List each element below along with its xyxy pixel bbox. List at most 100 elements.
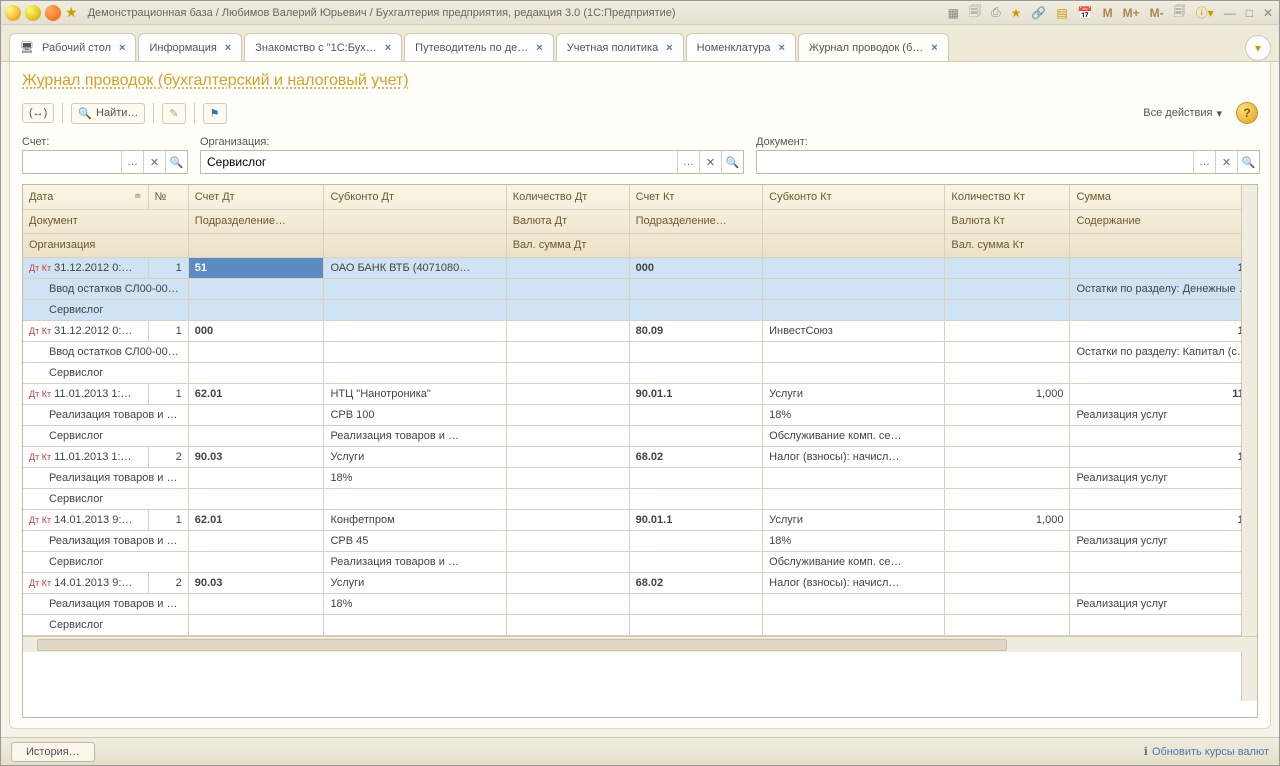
- account-filter: … ✕ 🔍: [22, 150, 188, 174]
- tab-info[interactable]: Информация ×: [138, 33, 242, 61]
- calendar-icon[interactable]: 📅: [1076, 6, 1095, 20]
- table-row[interactable]: Реализация товаров и …18%Реализация услу…: [23, 593, 1257, 614]
- col-sub-dt[interactable]: Субконто Дт: [324, 185, 506, 209]
- col-qty-kt[interactable]: Количество Кт: [945, 185, 1070, 209]
- table-row[interactable]: Сервислог: [23, 614, 1257, 635]
- table-row[interactable]: СервислогРеализация товаров и …Обслужива…: [23, 551, 1257, 572]
- scrollbar-vertical[interactable]: [1241, 185, 1257, 701]
- favorite-icon[interactable]: ★: [65, 4, 78, 21]
- statusbar: История… Обновить курсы валют: [1, 737, 1279, 765]
- col-valsum-kt[interactable]: Вал. сумма Кт: [945, 233, 1070, 257]
- favorite-icon[interactable]: ★: [1009, 6, 1024, 20]
- col-sum[interactable]: Сумма: [1070, 185, 1257, 209]
- close-icon[interactable]: ×: [536, 42, 542, 54]
- memory-m-button[interactable]: M: [1101, 6, 1115, 20]
- col-dept-dt[interactable]: Подразделение…: [188, 209, 324, 233]
- table-row[interactable]: Дт Кт14.01.2013 9:…290.03Услуги68.02Нало…: [23, 572, 1257, 593]
- col-qty-dt[interactable]: Количество Дт: [506, 185, 629, 209]
- tool-icon[interactable]: ⎙: [989, 5, 1003, 20]
- col-doc[interactable]: Документ: [23, 209, 188, 233]
- table-row[interactable]: Реализация товаров и …СРВ 10018%Реализац…: [23, 404, 1257, 425]
- select-button[interactable]: …: [121, 151, 143, 173]
- tool-icon[interactable]: 🗐: [1172, 2, 1188, 23]
- tab-label: Информация: [149, 42, 216, 54]
- clear-button[interactable]: ✕: [699, 151, 721, 173]
- history-button[interactable]: История…: [11, 742, 95, 762]
- col-cur-kt[interactable]: Валюта Кт: [945, 209, 1070, 233]
- tab-journal[interactable]: Журнал проводок (б… ×: [798, 33, 949, 61]
- col-valsum-dt[interactable]: Вал. сумма Дт: [506, 233, 629, 257]
- search-button[interactable]: 🔍: [721, 151, 743, 173]
- table-row[interactable]: Дт Кт14.01.2013 9:…162.01Конфетпром90.01…: [23, 509, 1257, 530]
- search-button[interactable]: 🔍: [1237, 151, 1259, 173]
- maximize-button[interactable]: □: [1244, 6, 1255, 20]
- col-content[interactable]: Содержание: [1070, 209, 1257, 233]
- col-kt[interactable]: Счет Кт: [629, 185, 763, 209]
- help-button[interactable]: ?: [1236, 102, 1258, 124]
- col-org[interactable]: Организация: [23, 233, 188, 257]
- tab-intro[interactable]: Знакомство с "1С:Бух… ×: [244, 33, 402, 61]
- table-row[interactable]: Реализация товаров и …18%Реализация услу…: [23, 467, 1257, 488]
- table-row[interactable]: Сервислог: [23, 362, 1257, 383]
- col-sub-kt[interactable]: Субконто Кт: [763, 185, 945, 209]
- tab-desktop[interactable]: 🖥 Рабочий стол ×: [9, 33, 136, 61]
- account-input[interactable]: [23, 151, 121, 173]
- table-row[interactable]: Сервислог: [23, 299, 1257, 320]
- search-button[interactable]: 🔍: [165, 151, 187, 173]
- select-button[interactable]: …: [677, 151, 699, 173]
- tab-nomenclature[interactable]: Номенклатура ×: [686, 33, 796, 61]
- table-row[interactable]: Дт Кт31.12.2012 0:…151ОАО БАНК ВТБ (4071…: [23, 257, 1257, 278]
- org-filter: … ✕ 🔍: [200, 150, 744, 174]
- select-button[interactable]: …: [1193, 151, 1215, 173]
- clear-button[interactable]: ✕: [143, 151, 165, 173]
- tab-label: Путеводитель по де…: [415, 42, 528, 54]
- tool-icon[interactable]: 🔗: [1029, 6, 1048, 20]
- flag-button[interactable]: ⚑: [203, 103, 227, 124]
- col-cur-dt[interactable]: Валюта Дт: [506, 209, 629, 233]
- tab-policy[interactable]: Учетная политика ×: [556, 33, 684, 61]
- memory-mplus-button[interactable]: M+: [1121, 6, 1142, 20]
- close-button[interactable]: ✕: [1261, 6, 1275, 20]
- close-icon[interactable]: ×: [119, 42, 125, 54]
- col-dt[interactable]: Счет Дт: [188, 185, 324, 209]
- close-icon[interactable]: ×: [225, 42, 231, 54]
- table-row[interactable]: Дт Кт11.01.2013 1:…290.03Услуги68.02Нало…: [23, 446, 1257, 467]
- col-date[interactable]: Дата≐: [23, 185, 148, 209]
- tool-icon[interactable]: 🗐: [967, 2, 983, 23]
- tab-guide[interactable]: Путеводитель по де… ×: [404, 33, 554, 61]
- all-actions-button[interactable]: Все действия ▾: [1137, 104, 1228, 123]
- scrollbar-horizontal[interactable]: [23, 636, 1257, 652]
- table-row[interactable]: Ввод остатков СЛ00-00…Остатки по разделу…: [23, 341, 1257, 362]
- nav-back-icon[interactable]: [25, 5, 41, 21]
- minimize-button[interactable]: —: [1222, 6, 1238, 20]
- account-label: Счет:: [22, 136, 188, 148]
- memory-mminus-button[interactable]: M-: [1148, 6, 1166, 20]
- close-icon[interactable]: ×: [931, 42, 937, 54]
- table-row[interactable]: Сервислог: [23, 488, 1257, 509]
- col-num[interactable]: №: [148, 185, 188, 209]
- org-input[interactable]: [201, 151, 677, 173]
- table-row[interactable]: Дт Кт31.12.2012 0:…100080.09ИнвестСоюз10: [23, 320, 1257, 341]
- doc-input[interactable]: [757, 151, 1193, 173]
- table-row[interactable]: Реализация товаров и …СРВ 4518%Реализаци…: [23, 530, 1257, 551]
- desktop-icon: 🖥: [20, 41, 34, 54]
- tool-icon[interactable]: ▦: [946, 6, 961, 20]
- update-rates-link[interactable]: Обновить курсы валют: [1144, 745, 1269, 758]
- col-dept-kt[interactable]: Подразделение…: [629, 209, 763, 233]
- clear-button[interactable]: ✕: [1215, 151, 1237, 173]
- tab-label: Журнал проводок (б…: [809, 42, 923, 54]
- calculator-icon[interactable]: ▤: [1054, 6, 1069, 20]
- find-button[interactable]: 🔍 Найти…: [71, 103, 145, 124]
- table-row[interactable]: Дт Кт11.01.2013 1:…162.01НТЦ "Нанотроник…: [23, 383, 1257, 404]
- close-icon[interactable]: ×: [778, 42, 784, 54]
- nav-forward-icon[interactable]: [45, 5, 61, 21]
- info-icon[interactable]: ⓘ▾: [1194, 4, 1216, 21]
- close-icon[interactable]: ×: [385, 42, 391, 54]
- expand-button[interactable]: (↔): [22, 103, 54, 123]
- table-row[interactable]: Ввод остатков СЛ00-00…Остатки по разделу…: [23, 278, 1257, 299]
- wand-button[interactable]: ✎: [162, 103, 185, 124]
- table-row[interactable]: СервислогРеализация товаров и …Обслужива…: [23, 425, 1257, 446]
- close-icon[interactable]: ×: [666, 42, 672, 54]
- tab-menu-button[interactable]: ▾: [1245, 35, 1271, 61]
- entry-icon: Дт Кт: [29, 326, 54, 336]
